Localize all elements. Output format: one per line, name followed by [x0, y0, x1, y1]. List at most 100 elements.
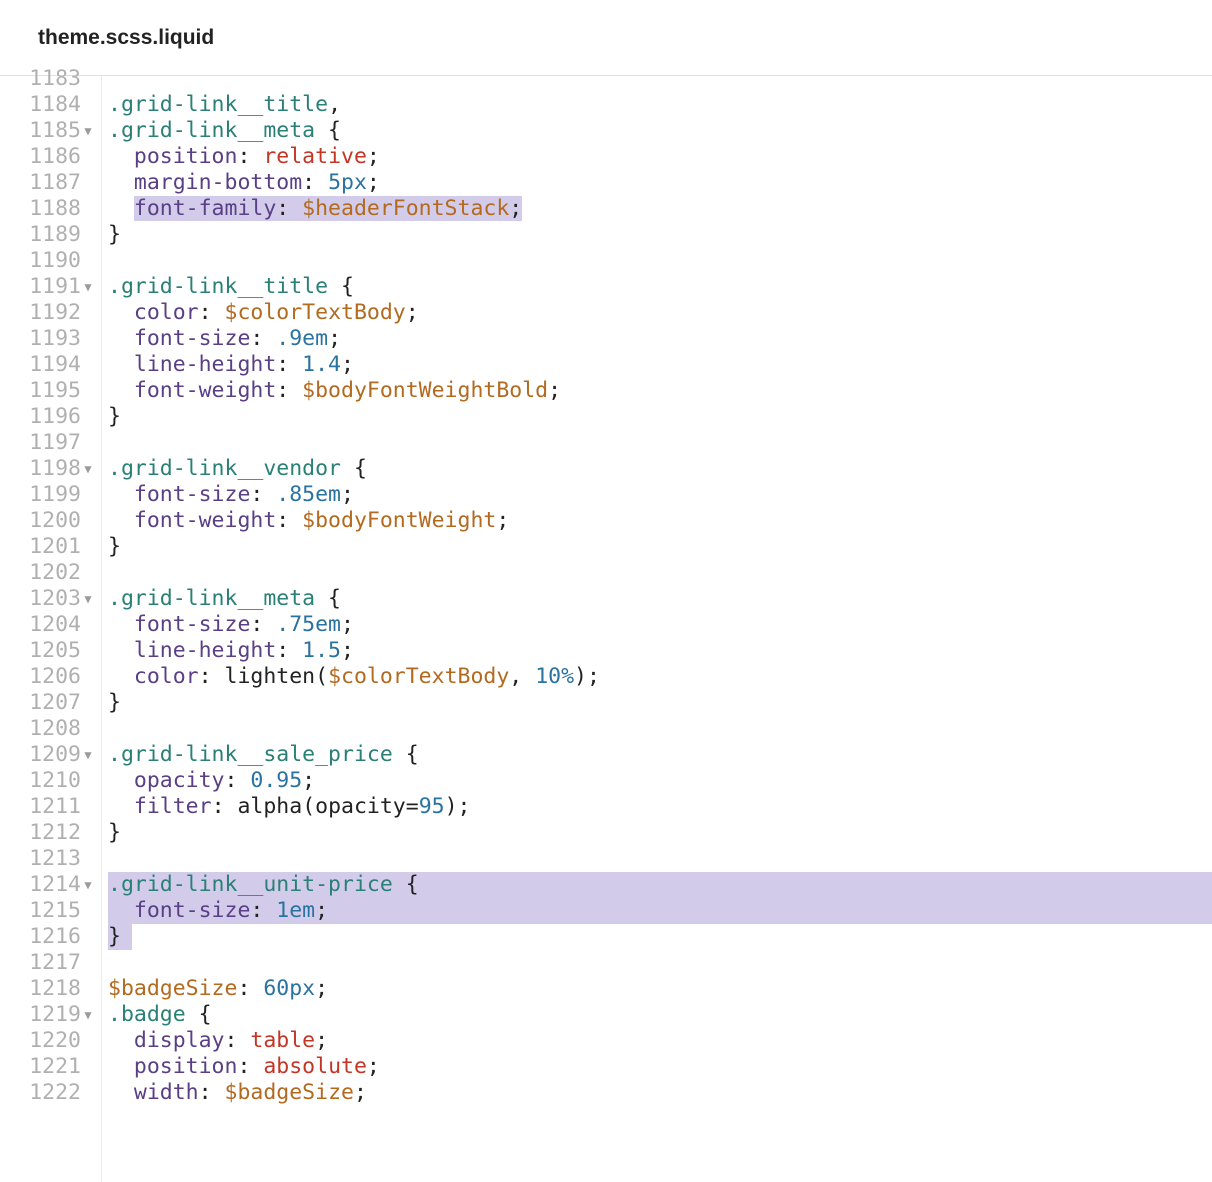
fold-arrow-icon[interactable]: ▼ — [81, 742, 95, 768]
code-token — [108, 612, 134, 637]
line-number: 1200 — [0, 508, 95, 534]
code-line[interactable]: $badgeSize: 60px; — [108, 976, 1212, 1002]
code-token: line-height — [134, 352, 276, 377]
code-editor[interactable]: 118311841185▼118611871188118911901191▼11… — [0, 76, 1212, 1182]
code-token — [108, 898, 134, 923]
line-number: 1214▼ — [0, 872, 95, 898]
fold-arrow-icon[interactable]: ▼ — [81, 872, 95, 898]
line-number: 1186 — [0, 144, 95, 170]
code-line[interactable]: .grid-link__meta { — [108, 118, 1212, 144]
code-line[interactable]: font-size: 1em; — [108, 898, 1212, 924]
line-number: 1195 — [0, 378, 95, 404]
code-token: $colorTextBody — [225, 300, 406, 325]
code-token: opacity — [134, 768, 225, 793]
code-token: .grid-link__title — [108, 274, 328, 299]
code-line[interactable] — [108, 846, 1212, 872]
code-line[interactable]: position: absolute; — [108, 1054, 1212, 1080]
line-number: 1205 — [0, 638, 95, 664]
code-token: $badgeSize — [108, 976, 237, 1001]
line-number: 1206 — [0, 664, 95, 690]
code-line[interactable] — [108, 950, 1212, 976]
code-token: } — [108, 690, 121, 715]
code-token: { — [328, 274, 354, 299]
line-number: 1190 — [0, 248, 95, 274]
line-number: 1191▼ — [0, 274, 95, 300]
code-line[interactable]: font-size: .75em; — [108, 612, 1212, 638]
line-number: 1201 — [0, 534, 95, 560]
fold-arrow-icon[interactable]: ▼ — [81, 274, 95, 300]
file-tab[interactable]: theme.scss.liquid — [0, 0, 252, 75]
code-line[interactable]: } — [108, 924, 1212, 950]
line-number: 1193 — [0, 326, 95, 352]
code-line[interactable] — [108, 248, 1212, 274]
code-token: .grid-link__unit-price — [108, 872, 393, 897]
code-token: ; — [587, 664, 600, 689]
code-token: ; — [341, 612, 354, 637]
code-line[interactable]: font-size: .9em; — [108, 326, 1212, 352]
line-number: 1208 — [0, 716, 95, 742]
code-token: ; — [315, 976, 328, 1001]
code-line[interactable]: font-weight: $bodyFontWeight; — [108, 508, 1212, 534]
code-token: : — [199, 300, 225, 325]
code-line[interactable]: color: lighten($colorTextBody, 10%); — [108, 664, 1212, 690]
code-line[interactable] — [108, 430, 1212, 456]
fold-arrow-icon[interactable]: ▼ — [81, 456, 95, 482]
code-line[interactable]: font-size: .85em; — [108, 482, 1212, 508]
code-line[interactable]: .grid-link__unit-price { — [108, 872, 1212, 898]
line-number: 1219▼ — [0, 1002, 95, 1028]
code-line[interactable] — [108, 66, 1212, 92]
code-token: lighten — [225, 664, 316, 689]
code-line[interactable]: .grid-link__title { — [108, 274, 1212, 300]
code-line[interactable]: .grid-link__meta { — [108, 586, 1212, 612]
code-token: { — [315, 586, 341, 611]
code-token: .grid-link__vendor — [108, 456, 341, 481]
code-token: : — [250, 612, 276, 637]
code-line[interactable]: position: relative; — [108, 144, 1212, 170]
code-token: ; — [315, 898, 328, 923]
line-number: 1198▼ — [0, 456, 95, 482]
code-token: , — [509, 664, 535, 689]
code-line[interactable]: width: $badgeSize; — [108, 1080, 1212, 1106]
code-token: opacity — [315, 794, 406, 819]
code-line[interactable]: .grid-link__title, — [108, 92, 1212, 118]
line-number: 1202 — [0, 560, 95, 586]
code-token: 1.4 — [302, 352, 341, 377]
code-token: color — [134, 300, 199, 325]
code-line[interactable]: font-weight: $bodyFontWeightBold; — [108, 378, 1212, 404]
line-number: 1183 — [0, 66, 95, 92]
code-token: ( — [315, 664, 328, 689]
code-token: $badgeSize — [225, 1080, 354, 1105]
fold-arrow-icon[interactable]: ▼ — [81, 1002, 95, 1028]
code-line[interactable]: .grid-link__sale_price { — [108, 742, 1212, 768]
code-line[interactable]: line-height: 1.5; — [108, 638, 1212, 664]
code-line[interactable]: .grid-link__vendor { — [108, 456, 1212, 482]
code-token: display — [134, 1028, 225, 1053]
fold-arrow-icon[interactable]: ▼ — [81, 118, 95, 144]
code-line[interactable]: filter: alpha(opacity=95); — [108, 794, 1212, 820]
code-line[interactable]: } — [108, 404, 1212, 430]
code-token: : — [237, 976, 263, 1001]
code-token — [108, 768, 134, 793]
code-line[interactable]: } — [108, 690, 1212, 716]
code-token: .75em — [276, 612, 341, 637]
fold-arrow-icon[interactable]: ▼ — [81, 586, 95, 612]
code-token: : — [276, 638, 302, 663]
code-token: : — [302, 170, 328, 195]
code-area[interactable]: .grid-link__title,.grid-link__meta { pos… — [102, 76, 1212, 1182]
code-line[interactable]: line-height: 1.4; — [108, 352, 1212, 378]
code-token — [108, 196, 134, 221]
code-token: { — [393, 742, 419, 767]
code-token: { — [393, 872, 419, 897]
code-line[interactable]: .badge { — [108, 1002, 1212, 1028]
code-line[interactable] — [108, 560, 1212, 586]
code-line[interactable]: display: table; — [108, 1028, 1212, 1054]
code-line[interactable]: margin-bottom: 5px; — [108, 170, 1212, 196]
code-line[interactable]: } — [108, 222, 1212, 248]
code-line[interactable]: } — [108, 534, 1212, 560]
code-line[interactable]: } — [108, 820, 1212, 846]
code-line[interactable] — [108, 716, 1212, 742]
code-line[interactable]: opacity: 0.95; — [108, 768, 1212, 794]
code-token: : — [237, 1054, 263, 1079]
code-line[interactable]: font-family: $headerFontStack; — [108, 196, 1212, 222]
code-line[interactable]: color: $colorTextBody; — [108, 300, 1212, 326]
